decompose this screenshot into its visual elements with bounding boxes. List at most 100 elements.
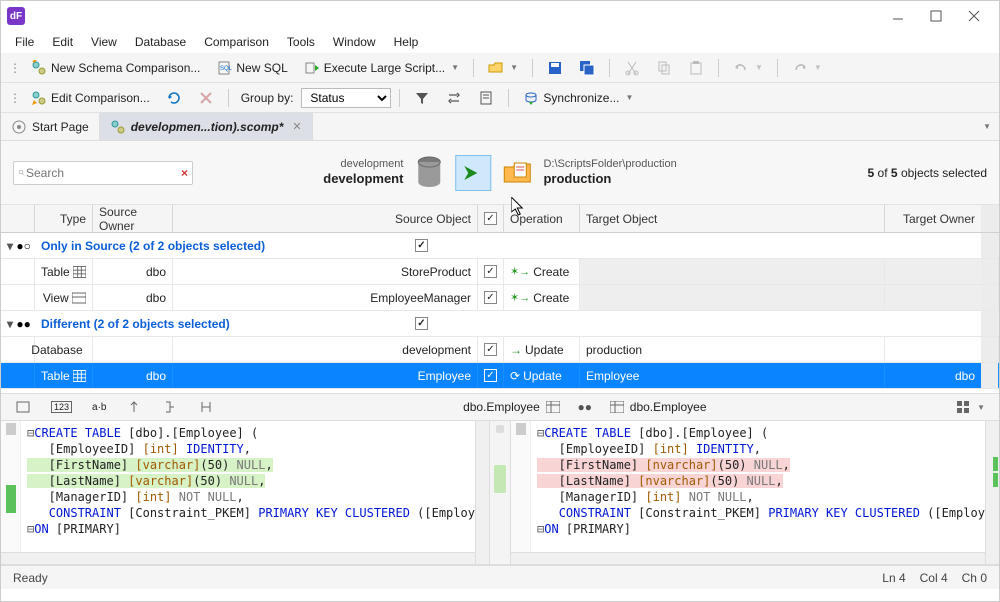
menu-comparison[interactable]: Comparison (196, 33, 277, 51)
table-row[interactable]: View dbo EmployeeManager ✓ ✶→Create (1, 285, 999, 311)
hscrollbar[interactable] (1, 552, 475, 564)
diff-view-options[interactable]: ▼ (949, 396, 991, 418)
refresh-button[interactable] (160, 87, 188, 109)
col-target-owner[interactable]: Target Owner (885, 205, 981, 232)
expand-toggle[interactable]: ▾ ●○ (1, 233, 35, 258)
copy-button[interactable] (650, 57, 678, 79)
target-path: D:\ScriptsFolder\production (543, 157, 676, 171)
close-icon (966, 8, 982, 24)
edit-comparison-button[interactable]: Edit Comparison... (25, 87, 156, 109)
grid-icon (955, 399, 971, 415)
save-button[interactable] (541, 57, 569, 79)
group-by-label: Group by: (237, 91, 298, 105)
col-checkbox[interactable]: ✓ (478, 205, 504, 232)
undo-icon (733, 60, 749, 76)
search-box[interactable]: × (13, 161, 193, 185)
diff-marker[interactable] (993, 457, 998, 471)
diff-tool-2[interactable]: 123 (45, 398, 78, 416)
col-type[interactable]: Type (35, 205, 93, 232)
save-all-button[interactable] (573, 57, 601, 79)
stop-button[interactable] (192, 87, 220, 109)
menu-file[interactable]: File (7, 33, 42, 51)
vscrollbar[interactable] (475, 421, 489, 564)
chevron-down-icon: ▼ (755, 63, 763, 72)
row-checkbox[interactable]: ✓ (484, 343, 497, 356)
cell-op: Update (523, 369, 562, 383)
group-by-select[interactable]: Status (301, 88, 391, 108)
hscrollbar[interactable] (511, 552, 985, 564)
start-icon (11, 119, 27, 135)
diff-tool-1[interactable] (9, 396, 37, 418)
menu-database[interactable]: Database (127, 33, 194, 51)
diff-tool-6[interactable] (192, 396, 220, 418)
tab-start-page[interactable]: Start Page (1, 113, 100, 140)
diff-pane-left[interactable]: ⊟CREATE TABLE [dbo].[Employee] ( [Employ… (1, 421, 489, 564)
swap-button[interactable] (440, 87, 468, 109)
table-row[interactable]: Database development ✓ →Update productio… (1, 337, 999, 363)
group-checkbox[interactable]: ✓ (415, 239, 428, 252)
close-button[interactable] (955, 4, 993, 28)
chevron-down-icon: ▼ (977, 403, 985, 412)
view-icon (72, 292, 86, 304)
menu-edit[interactable]: Edit (44, 33, 81, 51)
clear-search-button[interactable]: × (181, 166, 188, 180)
diff-tool-5[interactable] (156, 396, 184, 418)
group-only-in-source[interactable]: ▾ ●○ Only in Source (2 of 2 objects sele… (1, 233, 999, 259)
undo-button[interactable]: ▼ (727, 57, 769, 79)
row-checkbox[interactable]: ✓ (484, 291, 497, 304)
tool-icon (15, 399, 31, 415)
menu-view[interactable]: View (83, 33, 125, 51)
report-button[interactable] (472, 87, 500, 109)
tab-close-button[interactable]: ✕ (292, 120, 301, 133)
redo-button[interactable]: ▼ (786, 57, 828, 79)
selection-count-b: 5 (891, 166, 898, 180)
separator (508, 89, 509, 107)
minimize-button[interactable] (879, 4, 917, 28)
diff-divider[interactable] (489, 421, 511, 564)
open-button[interactable]: ▼ (482, 57, 524, 79)
row-checkbox[interactable]: ✓ (484, 265, 497, 278)
new-sql-button[interactable]: SQL New SQL (210, 57, 293, 79)
col-operation[interactable]: Operation (504, 205, 580, 232)
pane-gutter (511, 421, 531, 564)
row-checkbox[interactable]: ✓ (484, 369, 497, 382)
diff-tool-3[interactable]: a·b (86, 399, 112, 416)
diff-tool-4[interactable] (120, 396, 148, 418)
group-different[interactable]: ▾ ●● Different (2 of 2 objects selected)… (1, 311, 999, 337)
group-checkbox[interactable]: ✓ (415, 317, 428, 330)
tab-overflow-button[interactable]: ▼ (973, 113, 999, 140)
menu-window[interactable]: Window (325, 33, 384, 51)
expand-toggle[interactable]: ▾ ●● (1, 311, 35, 336)
execute-script-button[interactable]: Execute Large Script... ▼ (298, 57, 465, 79)
cut-button[interactable] (618, 57, 646, 79)
filter-icon (414, 90, 430, 106)
col-target-object[interactable]: Target Object (580, 205, 885, 232)
col-source-owner[interactable]: Source Owner (93, 205, 173, 232)
diff-marker[interactable] (993, 473, 998, 487)
maximize-button[interactable] (917, 4, 955, 28)
table-row-selected[interactable]: Table dbo Employee ✓ ⟳Update Employee db… (1, 363, 999, 389)
paste-button[interactable] (682, 57, 710, 79)
cell-type: Table (41, 369, 70, 383)
menu-help[interactable]: Help (386, 33, 427, 51)
filter-button[interactable] (408, 87, 436, 109)
edit-comparison-label: Edit Comparison... (51, 91, 150, 105)
new-schema-comparison-button[interactable]: New Schema Comparison... (25, 57, 206, 79)
vscrollbar[interactable] (985, 421, 999, 564)
menu-tools[interactable]: Tools (279, 33, 323, 51)
comparison-center: development development D:\ScriptsFolder… (323, 155, 676, 191)
compare-direction-button[interactable] (455, 155, 491, 191)
diff-pane-right[interactable]: ⊟CREATE TABLE [dbo].[Employee] ( [Employ… (511, 421, 999, 564)
group-label: Only in Source (2 of 2 objects selected) (35, 233, 409, 258)
scripts-folder-icon (501, 157, 533, 189)
col-source-object[interactable]: Source Object (173, 205, 478, 232)
tab-comparison-doc[interactable]: developmen...tion).scomp* ✕ (100, 113, 313, 140)
table-row[interactable]: Table dbo StoreProduct ✓ ✶→Create (1, 259, 999, 285)
cell-owner: dbo (93, 259, 173, 284)
synchronize-label: Synchronize... (543, 91, 619, 105)
col-scrollbar-spacer (981, 205, 999, 232)
search-input[interactable] (26, 166, 181, 180)
comparison-header: × development development D:\ScriptsFold… (1, 141, 999, 205)
grip-icon: ⋮ (9, 91, 21, 105)
synchronize-button[interactable]: Synchronize... ▼ (517, 87, 639, 109)
